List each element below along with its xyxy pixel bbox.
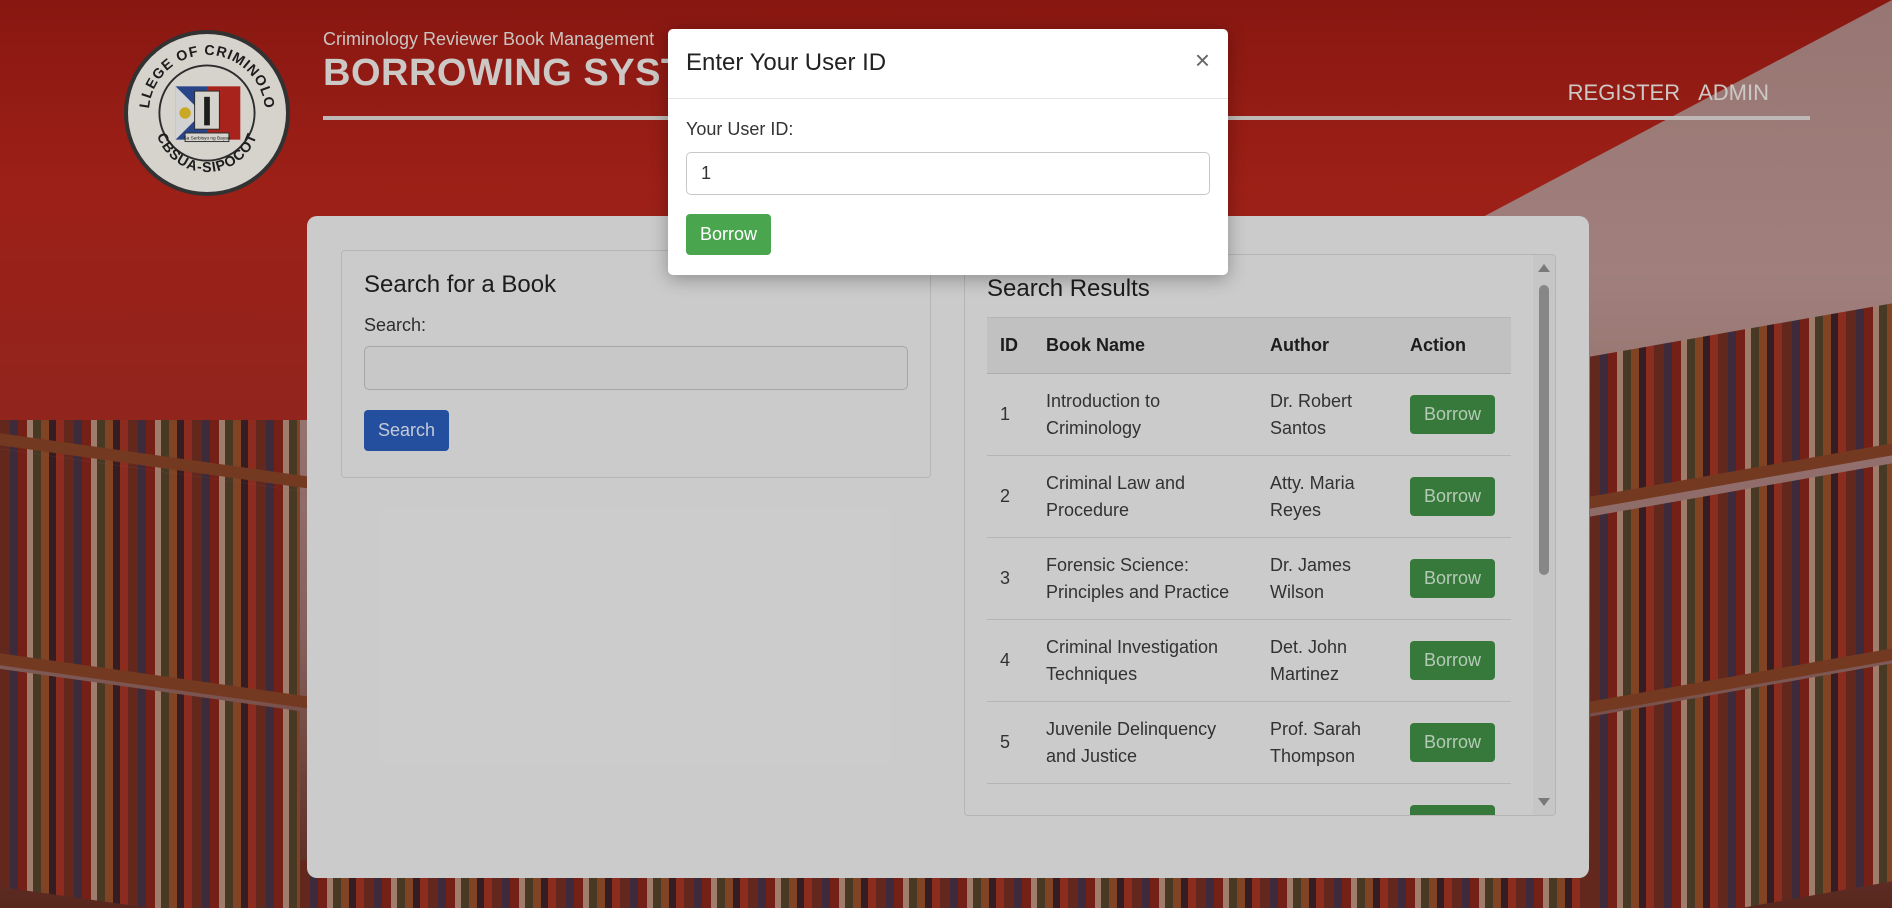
modal-title: Enter Your User ID xyxy=(686,49,887,76)
user-id-label: Your User ID: xyxy=(686,119,794,139)
user-id-modal: Enter Your User ID × Your User ID: Borro… xyxy=(668,29,1228,275)
modal-header: Enter Your User ID × xyxy=(668,29,1228,99)
modal-body: Your User ID: Borrow xyxy=(668,99,1228,275)
close-icon[interactable]: × xyxy=(1195,47,1210,73)
user-id-input[interactable] xyxy=(686,152,1210,195)
modal-borrow-button[interactable]: Borrow xyxy=(686,214,772,255)
